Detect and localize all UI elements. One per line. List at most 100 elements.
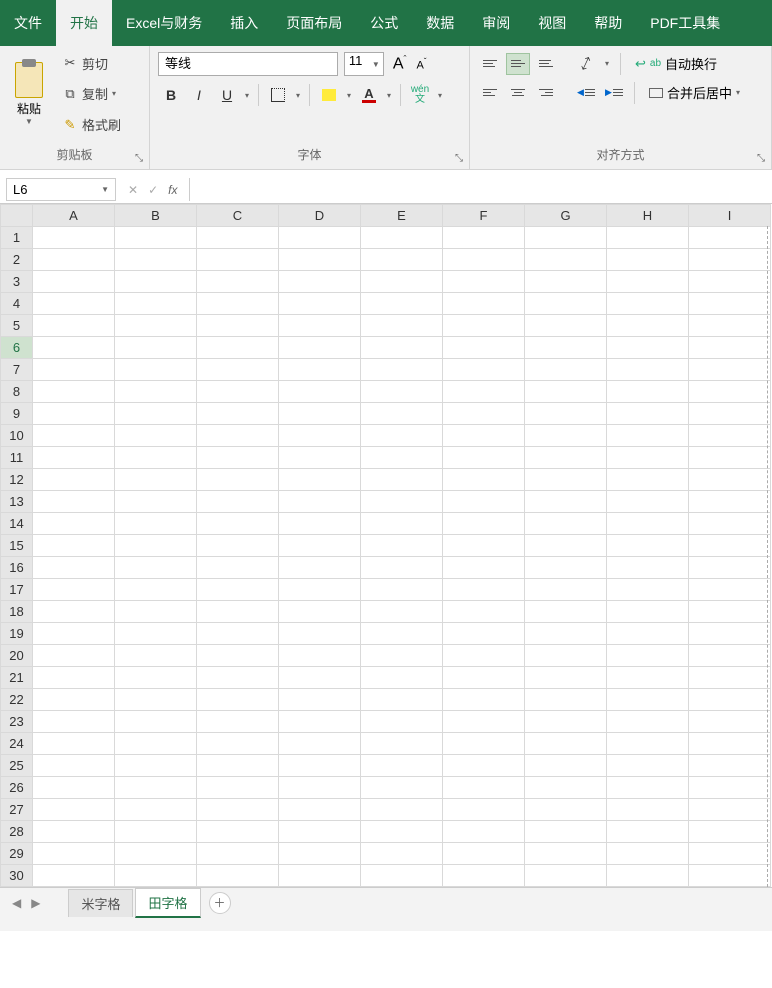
cell-G26[interactable] xyxy=(525,777,607,799)
tab-excel-finance[interactable]: Excel与财务 xyxy=(112,0,216,46)
cell-E28[interactable] xyxy=(361,821,443,843)
phonetic-guide-button[interactable]: wén文 xyxy=(407,82,433,108)
cell-A25[interactable] xyxy=(33,755,115,777)
cell-I12[interactable] xyxy=(689,469,771,491)
cell-C20[interactable] xyxy=(197,645,279,667)
cell-B20[interactable] xyxy=(115,645,197,667)
formula-input[interactable] xyxy=(190,178,766,201)
cell-D7[interactable] xyxy=(279,359,361,381)
cell-F4[interactable] xyxy=(443,293,525,315)
cell-G22[interactable] xyxy=(525,689,607,711)
cell-B10[interactable] xyxy=(115,425,197,447)
row-header-15[interactable]: 15 xyxy=(1,535,33,557)
row-header-28[interactable]: 28 xyxy=(1,821,33,843)
sheet-tab-tianzige[interactable]: 田字格 xyxy=(135,888,200,918)
cell-A18[interactable] xyxy=(33,601,115,623)
align-center-button[interactable] xyxy=(506,82,530,104)
cell-A8[interactable] xyxy=(33,381,115,403)
column-header-C[interactable]: C xyxy=(197,205,279,227)
sheet-nav-prev[interactable]: ◀ xyxy=(8,896,25,910)
cell-F20[interactable] xyxy=(443,645,525,667)
cell-D4[interactable] xyxy=(279,293,361,315)
row-header-22[interactable]: 22 xyxy=(1,689,33,711)
cell-D13[interactable] xyxy=(279,491,361,513)
cell-C5[interactable] xyxy=(197,315,279,337)
cell-C15[interactable] xyxy=(197,535,279,557)
cell-F1[interactable] xyxy=(443,227,525,249)
cell-E16[interactable] xyxy=(361,557,443,579)
cell-F8[interactable] xyxy=(443,381,525,403)
cell-G8[interactable] xyxy=(525,381,607,403)
align-right-button[interactable] xyxy=(534,82,558,104)
row-header-26[interactable]: 26 xyxy=(1,777,33,799)
cell-I4[interactable] xyxy=(689,293,771,315)
tab-view[interactable]: 视图 xyxy=(524,0,580,46)
cell-G5[interactable] xyxy=(525,315,607,337)
cell-C13[interactable] xyxy=(197,491,279,513)
font-name-select[interactable]: 等线 xyxy=(158,52,338,76)
cell-B26[interactable] xyxy=(115,777,197,799)
alignment-launcher-icon[interactable]: ⤡ xyxy=(755,153,767,165)
cell-G24[interactable] xyxy=(525,733,607,755)
cell-B9[interactable] xyxy=(115,403,197,425)
cell-E29[interactable] xyxy=(361,843,443,865)
cell-D5[interactable] xyxy=(279,315,361,337)
cell-C7[interactable] xyxy=(197,359,279,381)
sheet-nav-next[interactable]: ▶ xyxy=(27,896,44,910)
row-header-9[interactable]: 9 xyxy=(1,403,33,425)
cell-C30[interactable] xyxy=(197,865,279,887)
cell-C25[interactable] xyxy=(197,755,279,777)
cell-F13[interactable] xyxy=(443,491,525,513)
row-header-5[interactable]: 5 xyxy=(1,315,33,337)
cell-E26[interactable] xyxy=(361,777,443,799)
format-painter-button[interactable]: ✎ 格式刷 xyxy=(58,113,125,136)
cell-I22[interactable] xyxy=(689,689,771,711)
cell-E11[interactable] xyxy=(361,447,443,469)
orientation-dropdown[interactable]: ▾ xyxy=(602,59,612,68)
cell-G16[interactable] xyxy=(525,557,607,579)
cell-A11[interactable] xyxy=(33,447,115,469)
cell-C28[interactable] xyxy=(197,821,279,843)
cell-B2[interactable] xyxy=(115,249,197,271)
cell-H20[interactable] xyxy=(607,645,689,667)
cell-F18[interactable] xyxy=(443,601,525,623)
cell-H16[interactable] xyxy=(607,557,689,579)
fx-button[interactable]: fx xyxy=(168,183,177,197)
tab-review[interactable]: 审阅 xyxy=(468,0,524,46)
font-color-button[interactable]: A xyxy=(356,82,382,108)
cell-B4[interactable] xyxy=(115,293,197,315)
cell-A24[interactable] xyxy=(33,733,115,755)
cell-H24[interactable] xyxy=(607,733,689,755)
cell-D11[interactable] xyxy=(279,447,361,469)
row-header-18[interactable]: 18 xyxy=(1,601,33,623)
cell-C26[interactable] xyxy=(197,777,279,799)
cell-B19[interactable] xyxy=(115,623,197,645)
tab-pdf-tools[interactable]: PDF工具集 xyxy=(636,0,734,46)
cell-G27[interactable] xyxy=(525,799,607,821)
cell-I16[interactable] xyxy=(689,557,771,579)
row-header-4[interactable]: 4 xyxy=(1,293,33,315)
cell-E4[interactable] xyxy=(361,293,443,315)
cell-D20[interactable] xyxy=(279,645,361,667)
borders-button[interactable] xyxy=(265,82,291,108)
cell-D2[interactable] xyxy=(279,249,361,271)
cell-G20[interactable] xyxy=(525,645,607,667)
cell-F24[interactable] xyxy=(443,733,525,755)
row-header-27[interactable]: 27 xyxy=(1,799,33,821)
row-header-30[interactable]: 30 xyxy=(1,865,33,887)
cell-A22[interactable] xyxy=(33,689,115,711)
cell-H5[interactable] xyxy=(607,315,689,337)
cell-H10[interactable] xyxy=(607,425,689,447)
align-top-button[interactable] xyxy=(478,53,502,75)
cell-B15[interactable] xyxy=(115,535,197,557)
cell-C10[interactable] xyxy=(197,425,279,447)
cell-F26[interactable] xyxy=(443,777,525,799)
column-header-B[interactable]: B xyxy=(115,205,197,227)
cell-A12[interactable] xyxy=(33,469,115,491)
cell-I27[interactable] xyxy=(689,799,771,821)
cell-A21[interactable] xyxy=(33,667,115,689)
cell-C19[interactable] xyxy=(197,623,279,645)
cell-C22[interactable] xyxy=(197,689,279,711)
cell-E22[interactable] xyxy=(361,689,443,711)
cell-A27[interactable] xyxy=(33,799,115,821)
